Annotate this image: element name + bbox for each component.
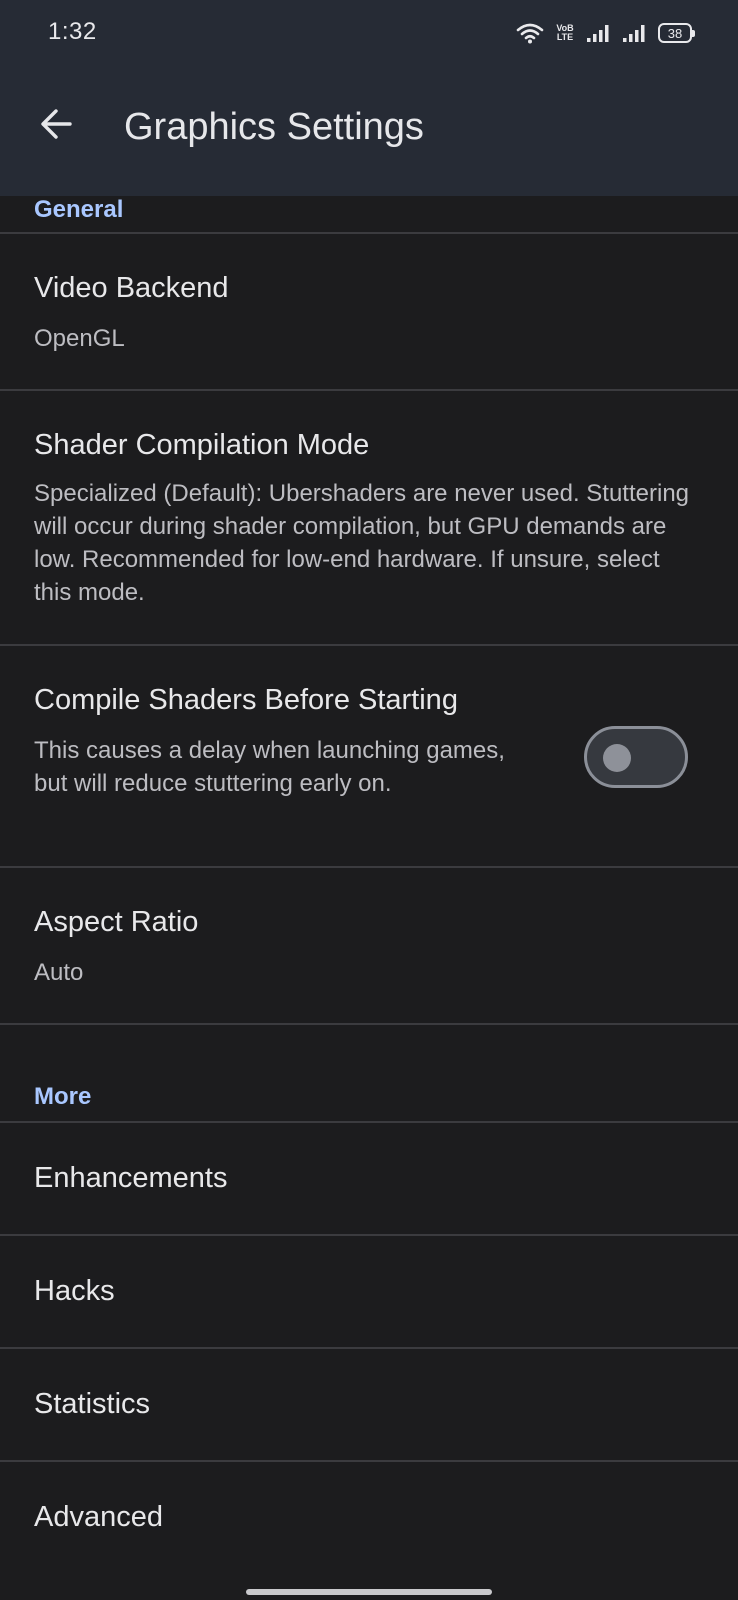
settings-list: General Video Backend OpenGL Shader Comp… xyxy=(0,196,738,1573)
signal-icon-sim1 xyxy=(586,23,612,43)
wifi-icon xyxy=(516,22,544,44)
setting-video-backend[interactable]: Video Backend OpenGL xyxy=(0,234,738,389)
setting-title: Shader Compilation Mode xyxy=(34,429,370,461)
section-header-general: General xyxy=(34,196,124,223)
status-icons: VoB LTE 38 xyxy=(516,20,695,46)
gesture-nav-handle[interactable] xyxy=(246,1589,492,1595)
top-header: 1:32 VoB LTE 38 Graphics Settings xyxy=(0,0,738,196)
setting-shader-compilation-mode[interactable]: Shader Compilation Mode Specialized (Def… xyxy=(0,391,738,644)
setting-enhancements[interactable]: Enhancements xyxy=(0,1123,738,1234)
setting-title: Advanced xyxy=(34,1501,163,1533)
back-button[interactable] xyxy=(26,94,86,154)
setting-statistics[interactable]: Statistics xyxy=(0,1349,738,1460)
setting-summary: OpenGL xyxy=(34,325,125,352)
setting-aspect-ratio[interactable]: Aspect Ratio Auto xyxy=(0,868,738,1023)
setting-title: Compile Shaders Before Starting xyxy=(34,684,458,716)
section-header-more: More xyxy=(34,1083,92,1110)
setting-summary: Auto xyxy=(34,959,84,986)
toggle-knob xyxy=(603,744,631,772)
setting-title: Hacks xyxy=(34,1275,115,1307)
setting-title: Aspect Ratio xyxy=(34,906,199,938)
setting-summary: This causes a delay when launching games… xyxy=(34,737,505,797)
battery-icon: 38 xyxy=(658,23,695,43)
setting-advanced[interactable]: Advanced xyxy=(0,1462,738,1573)
volte-indicator: VoB LTE xyxy=(554,24,576,42)
setting-title: Video Backend xyxy=(34,272,229,304)
status-time: 1:32 xyxy=(48,18,97,45)
compile-shaders-toggle[interactable] xyxy=(584,726,688,788)
app-bar: Graphics Settings xyxy=(0,66,738,196)
graphics-settings-screen: 1:32 VoB LTE 38 Graphics Settings Genera… xyxy=(0,0,738,1600)
status-bar: 1:32 VoB LTE 38 xyxy=(0,0,738,66)
setting-title: Enhancements xyxy=(34,1162,228,1194)
setting-compile-shaders[interactable]: Compile Shaders Before Starting This cau… xyxy=(0,646,738,866)
signal-icon-sim2 xyxy=(622,23,648,43)
setting-summary: Specialized (Default): Ubershaders are n… xyxy=(34,480,690,606)
volte-label-bottom: LTE xyxy=(556,32,574,42)
battery-level: 38 xyxy=(667,25,683,41)
arrow-back-icon xyxy=(41,109,72,139)
setting-title: Statistics xyxy=(34,1388,151,1420)
page-title: Graphics Settings xyxy=(124,106,424,148)
setting-hacks[interactable]: Hacks xyxy=(0,1236,738,1347)
